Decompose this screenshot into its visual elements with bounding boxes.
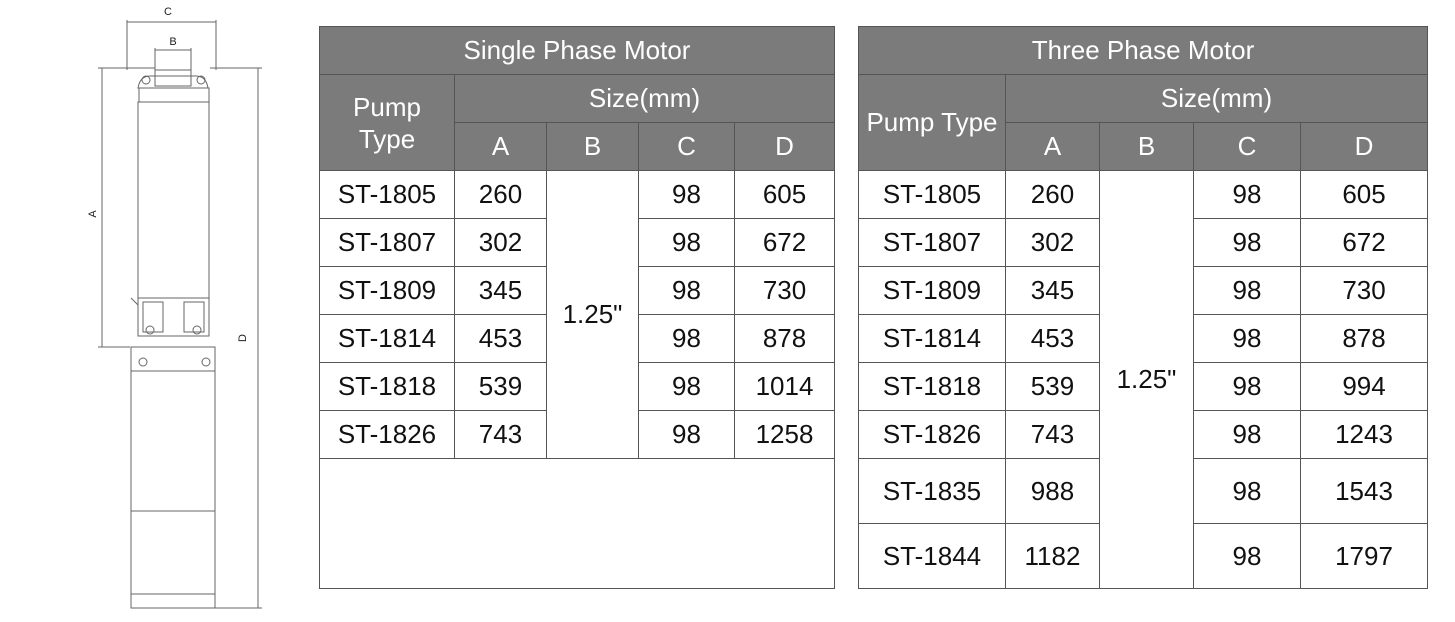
pump-type-cell: ST-1805	[858, 170, 1006, 219]
pump-type-cell: ST-1844	[858, 523, 1006, 589]
pump-type-cell: ST-1809	[858, 266, 1006, 315]
size-header: Size(mm)	[453, 74, 836, 123]
d-cell: 1243	[1299, 410, 1429, 459]
c-cell: 98	[638, 170, 735, 219]
empty-area	[318, 458, 836, 589]
col-d-header: D	[1299, 122, 1429, 171]
pump-type-cell: ST-1805	[319, 170, 455, 219]
dimension-label-d: D	[237, 334, 249, 342]
pump-type-cell: ST-1818	[858, 362, 1006, 411]
table-divider	[834, 26, 858, 592]
a-cell: 1182	[1005, 523, 1100, 589]
col-d-header: D	[733, 122, 836, 171]
col-b-header: B	[546, 122, 639, 171]
c-cell: 98	[638, 410, 735, 459]
dimension-label-b: B	[169, 36, 176, 48]
a-cell: 453	[454, 314, 547, 363]
c-cell: 98	[1193, 410, 1301, 459]
single-phase-title: Single Phase Motor	[318, 26, 836, 75]
c-cell: 98	[1193, 170, 1301, 219]
pump-type-cell: ST-1807	[319, 218, 455, 267]
a-cell: 302	[454, 218, 547, 267]
dimension-label-a: A	[87, 210, 99, 218]
a-cell: 539	[454, 362, 547, 411]
c-cell: 98	[1193, 523, 1301, 589]
c-cell: 98	[638, 266, 735, 315]
d-cell: 878	[733, 314, 836, 363]
col-a-header: A	[454, 122, 547, 171]
a-cell: 988	[1005, 458, 1100, 524]
c-cell: 98	[1193, 266, 1301, 315]
three-phase-table: Three Phase Motor Pump Type Size(mm) A B…	[857, 26, 1429, 589]
single-phase-table: Single Phase Motor Pump Type Size(mm) A …	[318, 26, 836, 589]
col-c-header: C	[638, 122, 735, 171]
table-row: ST-1805 260 1.25" 98 605	[319, 170, 836, 459]
pump-type-cell: ST-1807	[858, 218, 1006, 267]
a-cell: 260	[454, 170, 547, 219]
a-cell: 302	[1005, 218, 1100, 267]
d-cell: 878	[1299, 314, 1429, 363]
d-cell: 605	[733, 170, 836, 219]
d-cell: 1258	[733, 410, 836, 459]
c-cell: 98	[638, 218, 735, 267]
pump-type-cell: ST-1809	[319, 266, 455, 315]
table-row: ST-1805 260 1.25" 98 605	[858, 170, 1429, 589]
a-cell: 743	[454, 410, 547, 459]
d-cell: 730	[1299, 266, 1429, 315]
c-cell: 98	[1193, 362, 1301, 411]
a-cell: 743	[1005, 410, 1100, 459]
pump-type-header: Pump Type	[319, 74, 455, 171]
c-cell: 98	[1193, 218, 1301, 267]
pump-type-cell: ST-1818	[319, 362, 455, 411]
c-cell: 98	[638, 362, 735, 411]
d-cell: 672	[1299, 218, 1429, 267]
three-phase-title: Three Phase Motor	[857, 26, 1429, 75]
d-cell: 605	[1299, 170, 1429, 219]
pump-type-header: Pump Type	[858, 74, 1006, 171]
pump-type-cell: ST-1826	[858, 410, 1006, 459]
c-cell: 98	[1193, 458, 1301, 524]
d-cell: 1014	[733, 362, 836, 411]
c-cell: 98	[638, 314, 735, 363]
pump-type-cell: ST-1835	[858, 458, 1006, 524]
col-c-header: C	[1193, 122, 1301, 171]
dimension-label-c: C	[164, 6, 172, 18]
b-cell: 1.25"	[546, 170, 639, 459]
d-cell: 1543	[1299, 458, 1429, 524]
pump-type-cell: ST-1826	[319, 410, 455, 459]
pump-dimension-drawing: C B A D	[87, 6, 262, 609]
d-cell: 994	[1299, 362, 1429, 411]
a-cell: 345	[1005, 266, 1100, 315]
d-cell: 1797	[1299, 523, 1429, 589]
b-cell: 1.25"	[1099, 170, 1194, 589]
d-cell: 672	[733, 218, 836, 267]
col-a-header: A	[1005, 122, 1100, 171]
d-cell: 730	[733, 266, 836, 315]
a-cell: 453	[1005, 314, 1100, 363]
pump-type-cell: ST-1814	[858, 314, 1006, 363]
a-cell: 539	[1005, 362, 1100, 411]
col-b-header: B	[1099, 122, 1194, 171]
size-header: Size(mm)	[1004, 74, 1429, 123]
c-cell: 98	[1193, 314, 1301, 363]
a-cell: 345	[454, 266, 547, 315]
a-cell: 260	[1005, 170, 1100, 219]
pump-type-cell: ST-1814	[319, 314, 455, 363]
